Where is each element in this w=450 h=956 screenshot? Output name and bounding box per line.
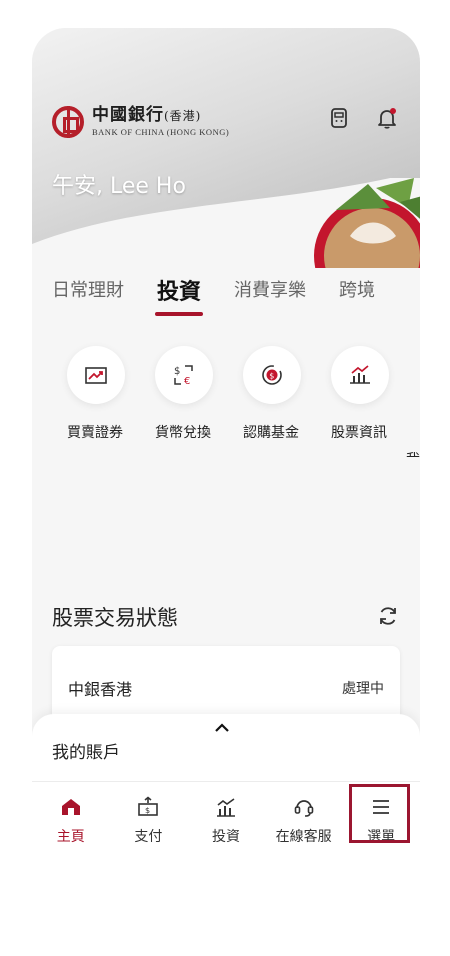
- category-tabs: 日常理財 投資 消費享樂 跨境: [52, 274, 408, 324]
- bank-name-cn: 中國銀行: [92, 105, 164, 126]
- nav-label: 主頁: [56, 829, 85, 845]
- payment-icon: $: [138, 796, 159, 816]
- bank-name-en: BANK OF CHINA: [92, 127, 165, 138]
- bank-name-hk: (香港): [164, 109, 202, 124]
- bank-logo: 中國銀行(香港) BANK OF CHINA (HONG KONG): [52, 106, 229, 138]
- coffee-image: [314, 178, 420, 268]
- svg-text:$: $: [145, 806, 150, 815]
- action-label: 認購基金: [243, 425, 299, 441]
- home-icon: [61, 799, 80, 815]
- nav-label: 支付: [134, 829, 163, 845]
- bank-name-en-hk: (HONG KONG): [166, 127, 230, 138]
- stock-chart-icon: [350, 365, 370, 384]
- action-label: 股票資訊: [331, 425, 387, 441]
- action-stock-info[interactable]: 股票資訊: [316, 346, 404, 442]
- account-sheet-title: 我的賬戶: [52, 743, 120, 763]
- action-fund-subscription[interactable]: $ 認購基金: [228, 346, 316, 442]
- quick-actions: 買賣證券 $ € 貨幣兌換 $ 認購基金 股票資訊: [52, 346, 404, 442]
- svg-text:€: €: [184, 376, 190, 387]
- action-label: 貨幣兌換: [155, 425, 211, 441]
- nav-label: 投資: [211, 829, 240, 845]
- chevron-up-icon[interactable]: [214, 722, 230, 734]
- boc-emblem-icon: [52, 106, 84, 138]
- nav-label: 在線客服: [275, 829, 332, 845]
- stock-name: 中銀香港: [68, 680, 133, 699]
- headset-icon: [294, 800, 313, 817]
- screen-bottom-margin: [0, 845, 450, 956]
- fund-subscribe-icon: $: [262, 365, 282, 385]
- tab-lifestyle[interactable]: 消費享樂: [234, 274, 306, 324]
- action-label: 買賣證券: [67, 425, 123, 441]
- investment-chart-icon: [216, 798, 235, 817]
- account-sheet[interactable]: 我的賬戶: [32, 714, 420, 784]
- tab-investment[interactable]: 投資: [154, 272, 204, 324]
- trade-arrows-icon: [85, 367, 107, 384]
- menu-highlight-box: [349, 784, 410, 843]
- action-label: 我: [406, 449, 420, 457]
- stock-status-badge: 處理中: [342, 681, 384, 697]
- card-wallet-icon[interactable]: [327, 106, 351, 130]
- greeting-text: 午安, Lee Ho: [52, 174, 186, 199]
- action-trade-securities[interactable]: 買賣證券: [52, 346, 140, 442]
- currency-exchange-icon: $ €: [174, 365, 193, 387]
- refresh-icon[interactable]: [376, 604, 400, 628]
- stock-status-title: 股票交易狀態: [52, 606, 178, 630]
- svg-text:$: $: [174, 366, 180, 377]
- tab-cross-border[interactable]: 跨境: [339, 274, 375, 324]
- action-currency-exchange[interactable]: $ € 貨幣兌換: [140, 346, 228, 442]
- tab-daily-banking[interactable]: 日常理財: [52, 274, 124, 324]
- action-partial[interactable]: 我: [402, 377, 420, 457]
- svg-text:$: $: [269, 372, 274, 381]
- notification-bell-icon[interactable]: [375, 106, 399, 130]
